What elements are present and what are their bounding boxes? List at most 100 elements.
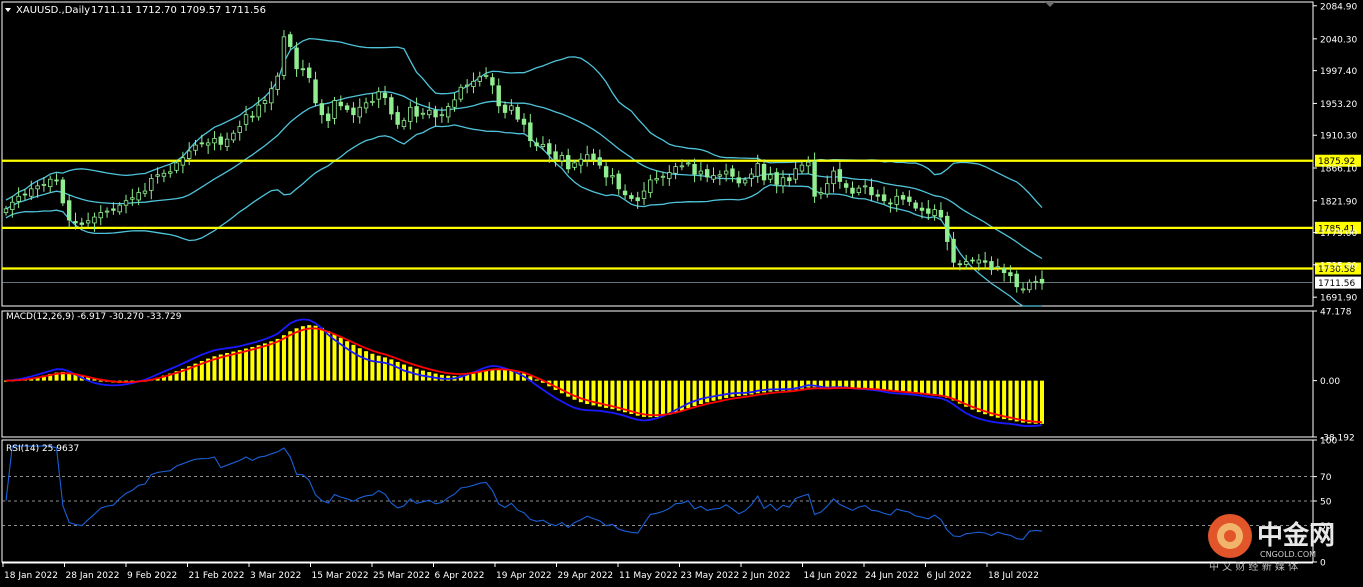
macd-histogram-bar	[225, 352, 230, 381]
candle	[547, 139, 552, 163]
candle	[825, 175, 830, 198]
candle	[325, 106, 331, 129]
candle	[673, 162, 678, 180]
candle	[161, 169, 167, 183]
candle	[818, 187, 824, 200]
macd-histogram-bar	[503, 369, 508, 381]
price-tick-label: 1691.90	[1320, 294, 1357, 304]
candle	[856, 185, 862, 196]
candle	[218, 133, 223, 151]
candle	[749, 168, 754, 187]
brand-tagline: 中 文 财 经 新 媒 体	[1209, 560, 1298, 573]
bollinger-bands	[5, 37, 1043, 307]
brand-name: 中金网	[1257, 520, 1335, 551]
candle	[427, 102, 432, 119]
candle	[616, 170, 621, 195]
candle	[793, 162, 798, 184]
time-tick-label: 6 Apr 2022	[435, 571, 485, 581]
candle	[48, 175, 53, 193]
macd-histogram-bar	[938, 380, 943, 397]
macd-histogram-bar	[300, 326, 305, 381]
candle	[761, 159, 767, 186]
candle	[464, 79, 470, 94]
macd-histogram-bar	[970, 380, 975, 410]
candle	[768, 166, 773, 183]
macd-histogram-bar	[370, 353, 375, 381]
price-tick-label: 1735.60	[1320, 261, 1357, 271]
candle	[502, 101, 508, 119]
candle	[262, 96, 268, 113]
time-tick-label: 3 Mar 2022	[250, 571, 301, 581]
rsi-tick-label: 70	[1320, 473, 1332, 483]
time-tick-label: 23 May 2022	[681, 571, 740, 581]
candle	[338, 95, 344, 111]
macd-histogram-bar	[913, 380, 918, 394]
candle	[704, 164, 710, 183]
candle	[597, 149, 603, 169]
time-tick-label: 14 Jun 2022	[804, 571, 858, 581]
candle	[142, 182, 148, 198]
candle	[313, 71, 318, 107]
macd-histogram-bar	[856, 380, 861, 389]
chevron-down-icon[interactable]	[5, 8, 11, 12]
macd-histogram-bar	[869, 380, 874, 390]
macd-histogram-bar	[389, 359, 394, 381]
macd-histogram-bar	[1014, 380, 1019, 422]
macd-histogram-bar	[1021, 380, 1026, 423]
time-tick-label: 28 Jan 2022	[66, 571, 120, 581]
macd-histogram-bar	[882, 380, 887, 391]
time-tick-label: 19 Apr 2022	[496, 571, 552, 581]
candle	[622, 184, 628, 200]
macd-histogram-bar	[484, 370, 489, 381]
candle	[831, 166, 836, 193]
candle	[509, 99, 514, 115]
candle	[477, 71, 482, 87]
macd-histogram-bar	[294, 328, 299, 381]
time-tick-label: 18 Jul 2022	[988, 571, 1039, 581]
time-tick-label: 2 Jun 2022	[742, 571, 790, 581]
time-tick-label: 21 Feb 2022	[189, 571, 245, 581]
candle	[654, 170, 659, 184]
chart-window: 1875.92 1785.41 1730.58 1711.56 47.178 0.00-…	[0, 0, 1363, 583]
macd-histogram-bar	[237, 350, 242, 381]
candle	[401, 117, 407, 130]
candle	[496, 78, 501, 114]
candle	[660, 171, 666, 186]
time-tick-label: 29 Apr 2022	[558, 571, 614, 581]
price-tick-label: 1779.00	[1320, 229, 1357, 239]
macd-histogram-bar	[288, 331, 293, 381]
macd-histogram-bar	[610, 380, 615, 410]
macd-histogram-bar	[326, 331, 331, 381]
macd-histogram-bar	[901, 380, 906, 393]
candle	[951, 231, 956, 270]
macd-histogram-bar	[490, 369, 495, 381]
candle	[395, 105, 400, 129]
candle	[193, 139, 198, 156]
macd-histogram-bar	[534, 379, 539, 381]
price-panel	[1, 1, 1314, 307]
macd-histogram-bar	[376, 355, 381, 381]
candle	[843, 179, 849, 194]
shift-marker-icon[interactable]	[1045, 2, 1055, 7]
candle	[989, 256, 994, 275]
macd-histogram-bar	[1008, 380, 1013, 421]
macd-histogram-bar	[642, 380, 647, 417]
price-chart[interactable]: 1875.921785.411730.581711.56 47.1780.00-…	[0, 0, 1363, 583]
candle	[389, 93, 394, 120]
candle	[269, 81, 274, 111]
candle	[850, 181, 855, 198]
candle	[521, 113, 527, 133]
cngold-watermark: 中金网 CNGOLD.COM 中 文 财 经 新 媒 体	[1195, 500, 1363, 580]
macd-histogram-bar	[945, 380, 950, 398]
macd-histogram-bar	[717, 380, 722, 400]
candle	[667, 165, 672, 186]
candle	[862, 179, 868, 195]
macd-histogram-bar	[660, 380, 665, 417]
macd-histogram-bar	[629, 380, 634, 414]
candle	[357, 98, 362, 124]
candle	[559, 151, 565, 167]
macd-histogram-bar	[648, 380, 653, 418]
macd-histogram-bar	[711, 380, 716, 401]
time-tick-label: 6 Jul 2022	[927, 571, 972, 581]
candle	[730, 165, 735, 183]
